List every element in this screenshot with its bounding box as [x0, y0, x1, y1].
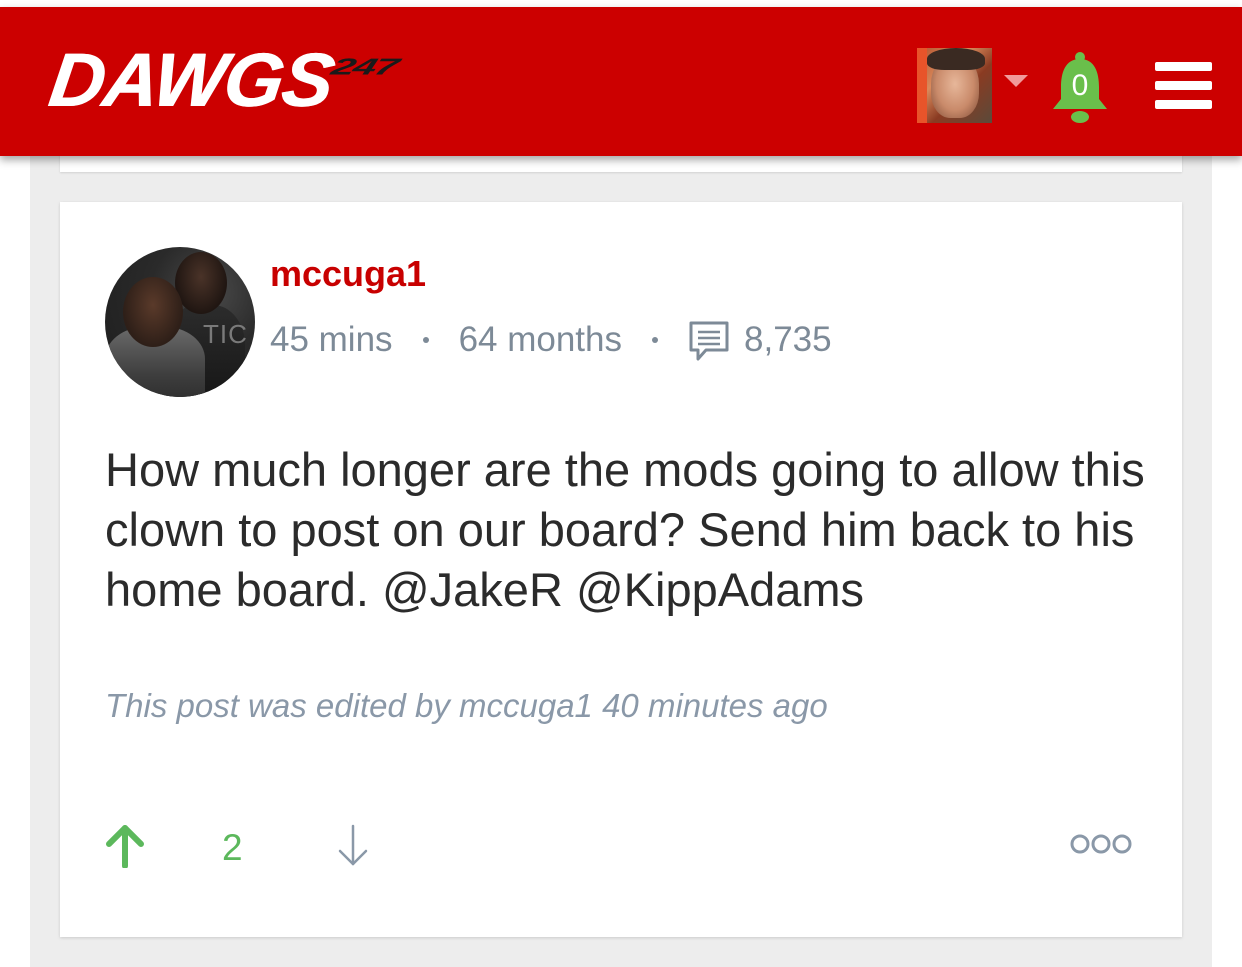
avatar-bg	[917, 48, 927, 123]
member-duration: 64 months	[458, 320, 622, 359]
more-options-icon[interactable]	[1070, 832, 1132, 856]
comment-icon	[689, 321, 729, 361]
post-body: How much longer are the mods going to al…	[105, 443, 1145, 616]
author-username[interactable]: mccuga1	[270, 252, 426, 296]
post-time: 45 mins	[270, 320, 393, 359]
caret-down-icon[interactable]	[1004, 75, 1028, 87]
logo-number: 247	[328, 53, 401, 80]
upvote-arrow-icon[interactable]	[105, 824, 145, 868]
post-card: TIC mccuga1 45 mins 64 months 8,735 How …	[60, 202, 1182, 937]
notification-count: 0	[1071, 69, 1089, 102]
avatar-hair	[927, 48, 985, 70]
hamburger-menu-icon[interactable]	[1155, 62, 1212, 110]
author-avatar[interactable]: TIC	[105, 247, 255, 397]
vote-count: 2	[222, 827, 243, 868]
menu-line	[1155, 81, 1212, 90]
post-count: 8,735	[744, 320, 832, 359]
site-logo[interactable]: DAWGS 247	[44, 38, 401, 123]
site-header: DAWGS 247 0	[0, 7, 1242, 156]
avatar-figure	[175, 252, 227, 314]
separator-dot	[422, 337, 429, 343]
post-meta: 45 mins 64 months 8,735	[270, 319, 832, 361]
avatar-background-text: TIC	[203, 319, 248, 349]
edited-note: This post was edited by mccuga1 40 minut…	[105, 687, 828, 724]
avatar-figure	[123, 277, 183, 347]
menu-line	[1155, 100, 1212, 109]
user-avatar[interactable]	[917, 48, 992, 123]
top-strip	[0, 0, 1242, 7]
separator-dot	[652, 337, 658, 343]
menu-line	[1155, 62, 1212, 71]
logo-text: DAWGS	[44, 38, 339, 123]
downvote-arrow-icon[interactable]	[335, 824, 371, 868]
